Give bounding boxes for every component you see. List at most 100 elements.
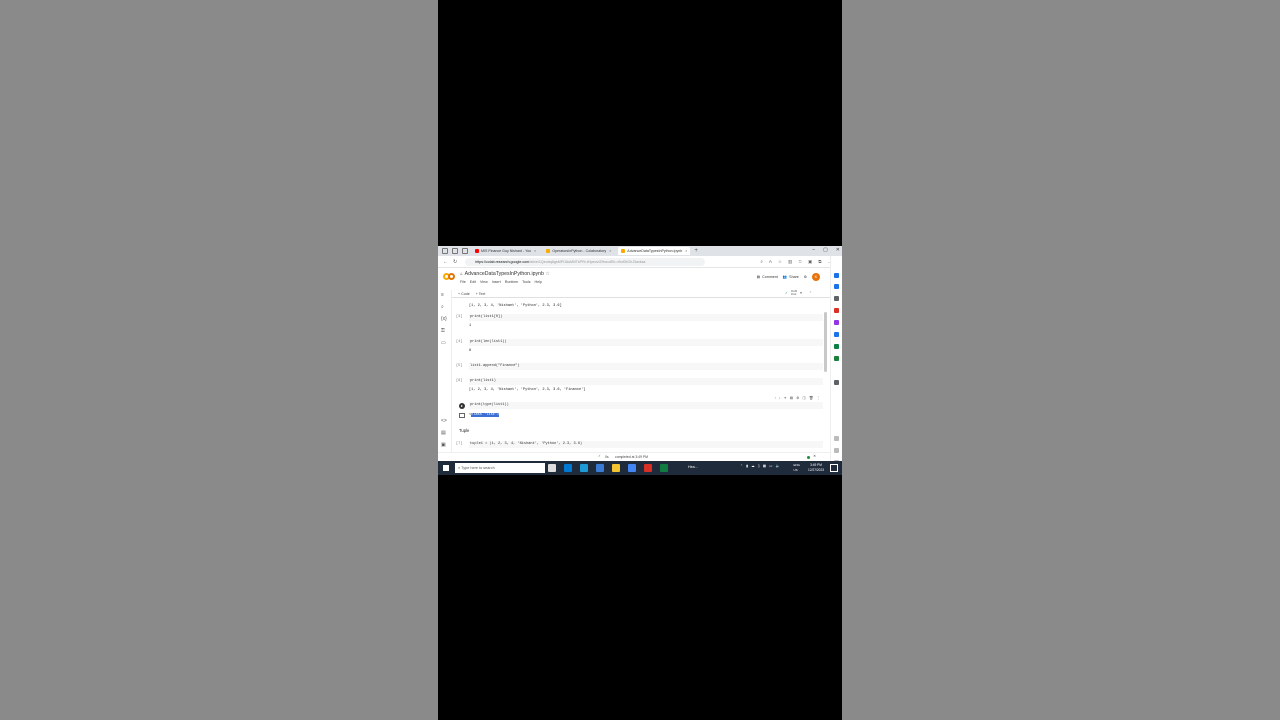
network-icon[interactable]: ▦ (763, 464, 766, 468)
shopping-icon[interactable] (834, 296, 839, 301)
excel-icon[interactable] (660, 464, 668, 472)
collapse-icon[interactable]: ⌃ (809, 291, 812, 295)
outlook-icon[interactable] (834, 344, 839, 349)
notifications-icon[interactable] (834, 273, 839, 278)
command-palette-icon[interactable]: ▤ (441, 430, 446, 436)
file-explorer-icon[interactable] (612, 464, 620, 472)
menu-runtime[interactable]: Runtime (505, 280, 518, 284)
tab-actions-icon[interactable] (462, 248, 468, 254)
back-icon[interactable]: ← (443, 259, 448, 265)
drop-icon[interactable] (834, 356, 839, 361)
menu-help[interactable]: Help (535, 280, 542, 284)
notification-center-icon[interactable] (830, 464, 838, 472)
move-down-icon[interactable]: ↓ (779, 396, 781, 400)
menu-icon[interactable]: ≡ (441, 292, 444, 298)
extensions-icon[interactable]: ⧉ (818, 259, 821, 265)
tray-chevron-icon[interactable]: ⌃ (740, 464, 743, 468)
comment-cell-icon[interactable]: ▤ (790, 396, 793, 400)
files-icon[interactable]: ▭ (441, 340, 446, 346)
avatar[interactable]: K (812, 273, 820, 281)
more-actions-icon[interactable]: ⋮ (816, 396, 820, 400)
read-aloud-icon[interactable]: A (769, 259, 772, 265)
cloud-icon[interactable]: ☁ (751, 464, 755, 468)
language-indicator[interactable]: ENG US (793, 463, 800, 472)
weather-widget[interactable]: Hea... (688, 465, 698, 469)
store-icon[interactable] (564, 464, 572, 472)
workspaces-icon[interactable] (452, 248, 458, 254)
menu-file[interactable]: File (460, 280, 466, 284)
new-tab-button[interactable]: + (694, 248, 698, 254)
menu-view[interactable]: View (480, 280, 488, 284)
favorite-icon[interactable]: ☆ (778, 259, 782, 265)
star-icon[interactable]: ☆ (545, 271, 550, 277)
code-editor[interactable]: tuple1 = (1, 2, 3, 4, 'Nishant', 'Python… (469, 441, 823, 448)
collections-icon[interactable]: ▣ (808, 259, 812, 265)
close-window-icon[interactable]: ✕ (836, 247, 840, 253)
close-tab-icon[interactable]: × (609, 249, 611, 253)
minimize-icon[interactable]: – (812, 247, 815, 253)
ram-disk-indicator[interactable]: ✓ RAM Disk ▾ ⌃ (785, 290, 812, 296)
colab-logo-icon[interactable] (443, 273, 455, 280)
code-editor[interactable]: print(type(list1)) (469, 402, 823, 409)
add-sidebar-icon[interactable] (834, 380, 839, 385)
code-editor[interactable]: print(len(list1)) (469, 339, 823, 346)
sidebar-layout-icon[interactable] (834, 436, 839, 441)
menu-insert[interactable]: Insert (492, 280, 501, 284)
close-tab-icon[interactable]: × (534, 249, 536, 253)
mirror-cell-icon[interactable]: ◫ (802, 396, 805, 400)
comment-button[interactable]: ▤ Comment (757, 275, 778, 279)
run-cell-button[interactable] (459, 403, 465, 409)
clock[interactable]: 3:49 PM 12/27/2023 (808, 463, 824, 472)
close-status-icon[interactable]: ✕ (813, 454, 816, 458)
code-editor[interactable]: print(list1[0]) (469, 314, 823, 321)
games-icon[interactable] (834, 320, 839, 325)
terminal-icon[interactable]: ▣ (441, 442, 446, 448)
task-view-icon[interactable] (548, 464, 556, 472)
volume-icon[interactable]: 🔈 (776, 464, 780, 468)
split-screen-icon[interactable]: ▥ (788, 259, 792, 265)
share-button[interactable]: 👥 Share (783, 275, 799, 279)
external-link-icon[interactable] (834, 448, 839, 453)
move-up-icon[interactable]: ↑ (774, 396, 776, 400)
menu-tools[interactable]: Tools (522, 280, 530, 284)
battery-icon[interactable]: ▭ (769, 464, 772, 468)
refresh-icon[interactable]: ↻ (453, 259, 457, 265)
search-sidebar-icon[interactable] (834, 284, 839, 289)
app-red-icon[interactable] (644, 464, 652, 472)
link-icon[interactable]: ⚭ (784, 396, 787, 400)
tray-app-icon[interactable]: ▮ (746, 464, 748, 468)
office-icon[interactable] (834, 332, 839, 337)
edge-active-icon[interactable] (596, 464, 604, 472)
menu-edit[interactable]: Edit (470, 280, 476, 284)
settings-icon[interactable]: ⚙ (804, 275, 807, 279)
maximize-icon[interactable]: ▢ (823, 247, 828, 253)
chrome-icon[interactable] (628, 464, 636, 472)
profile-icon[interactable] (442, 248, 448, 254)
add-code-button[interactable]: + Code (458, 292, 470, 296)
search-icon[interactable]: ⌕ (441, 304, 444, 310)
delete-cell-icon[interactable]: 🗑 (809, 396, 814, 400)
cell-settings-icon[interactable]: ⚙ (796, 396, 799, 400)
add-text-button[interactable]: + Text (476, 292, 486, 296)
notebook-title[interactable]: ▵ AdvanceDataTypesInPython.ipynb ☆ (460, 271, 552, 277)
taskbar-search-input[interactable]: ⌕ Type here to search (455, 463, 545, 473)
variables-icon[interactable]: {x} (441, 316, 447, 322)
close-tab-icon[interactable]: × (685, 249, 687, 253)
dropdown-icon[interactable]: ▾ (800, 291, 802, 295)
browser-tab-operators[interactable]: OperatorsInPython - Colaboratory × (543, 247, 614, 255)
tools-icon[interactable] (834, 308, 839, 313)
url-input[interactable]: https://colab.research.google.com/drive/… (465, 257, 706, 266)
favorites-icon[interactable]: ✩ (798, 259, 802, 265)
mic-icon[interactable]: ▯ (758, 464, 760, 468)
edge-icon[interactable] (580, 464, 588, 472)
start-menu-icon[interactable] (443, 465, 449, 471)
code-editor[interactable]: list1.append("Finance") (469, 363, 823, 370)
browser-tab-youtube[interactable]: MIS Finance Guy Nishant - You × (472, 247, 539, 255)
code-editor[interactable]: print(list1) (469, 378, 823, 385)
notebook-scrollbar[interactable] (824, 312, 827, 372)
browser-tab-active[interactable]: AdvanceDataTypesInPython.ipynb × (618, 247, 691, 255)
output-actions-icon[interactable] (459, 413, 465, 418)
zoom-icon[interactable]: ⌕ (760, 259, 763, 265)
code-snippets-icon[interactable]: <> (441, 418, 447, 424)
secrets-icon[interactable]: ⚿ (441, 328, 445, 334)
